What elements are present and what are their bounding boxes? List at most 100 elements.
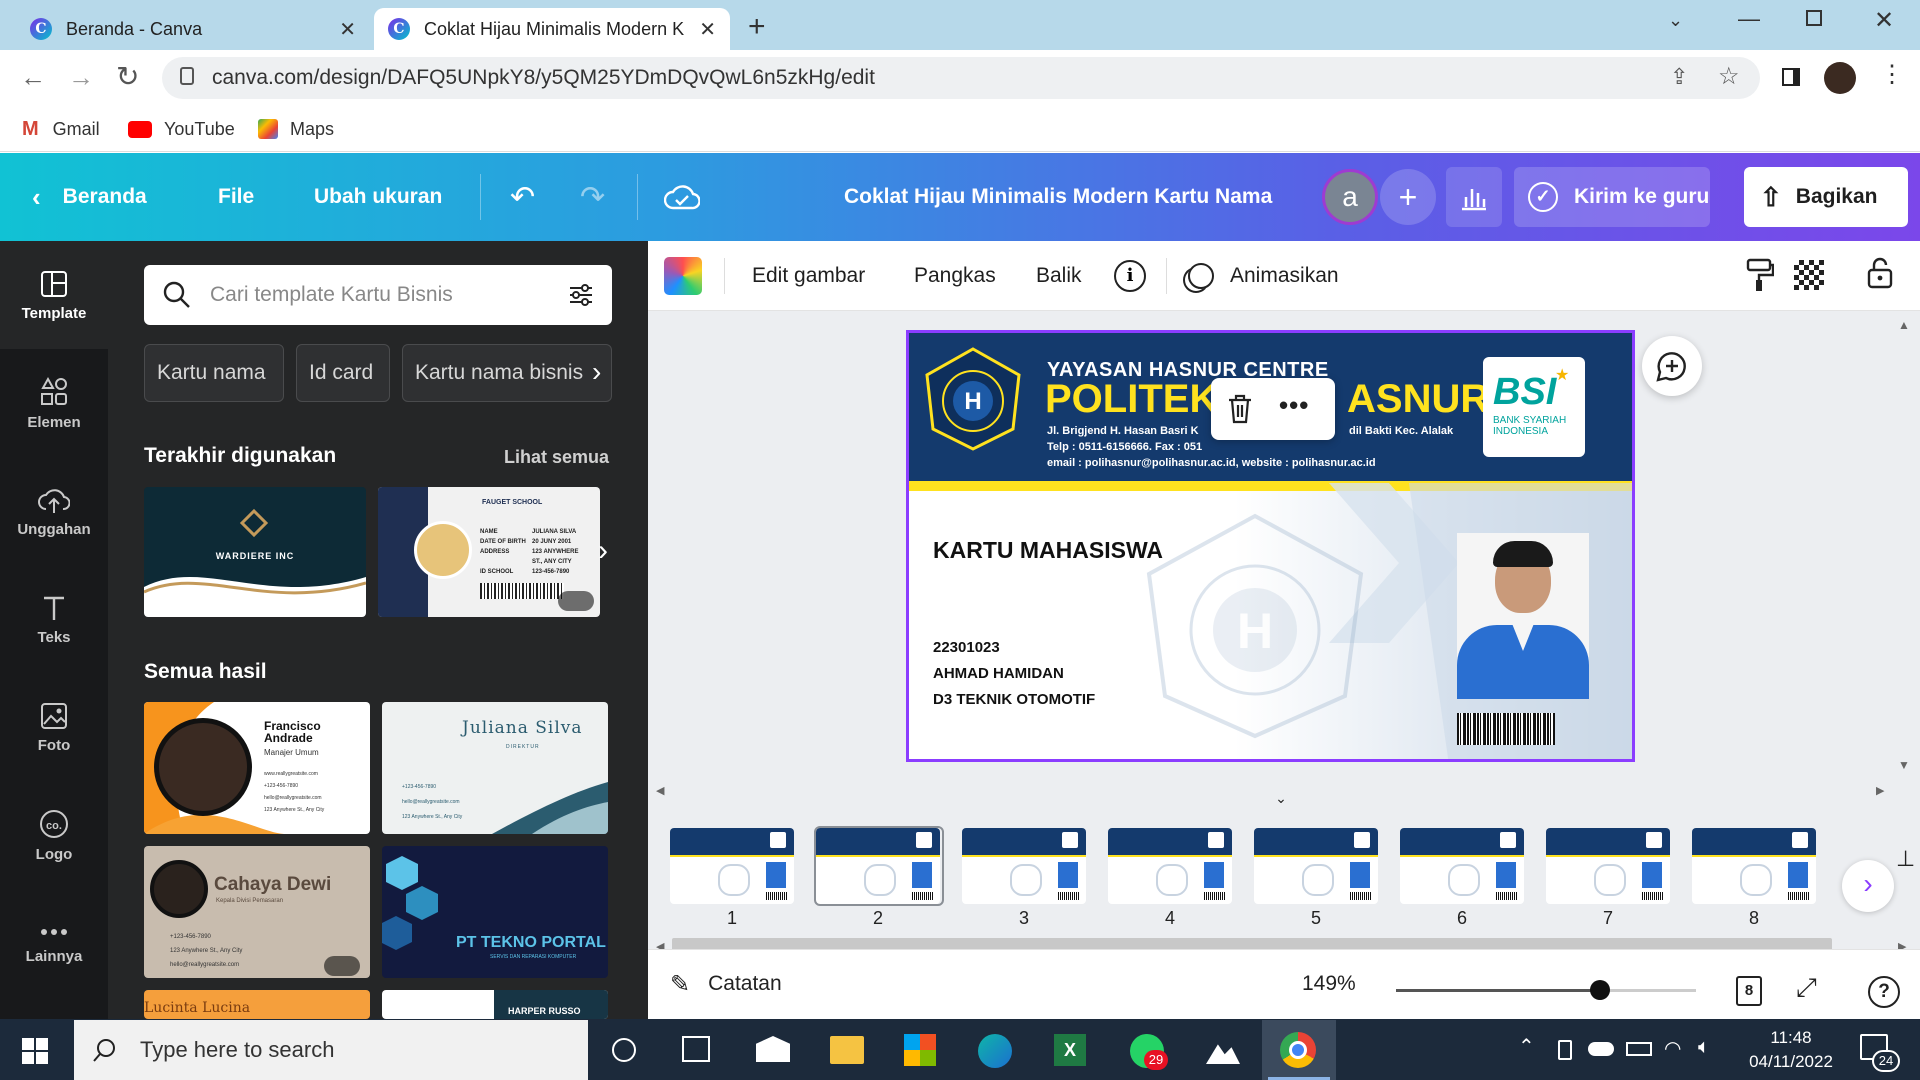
result-template-harper[interactable]: HARPER RUSSO	[382, 990, 608, 1019]
close-tab-icon[interactable]: ✕	[699, 17, 716, 42]
back-icon[interactable]: ←	[20, 62, 46, 93]
recent-template-fauget[interactable]: FAUGET SCHOOL NAME DATE OF BIRTH ADDRESS…	[378, 487, 600, 617]
collaborator-avatar[interactable]: a	[1322, 169, 1378, 225]
rail-uploads[interactable]: Unggahan	[0, 457, 108, 565]
tab-design[interactable]: C Coklat Hijau Minimalis Modern K ✕	[374, 8, 730, 50]
chrome-taskbar-active[interactable]	[1262, 1020, 1336, 1080]
side-panel-icon[interactable]	[1782, 68, 1800, 86]
undo-icon[interactable]: ↶	[510, 153, 535, 241]
result-template-tekno[interactable]: PT TEKNO PORTAL SERVIS DAN REPARASI KOMP…	[382, 846, 608, 978]
chip-business-card[interactable]: Kartu nama	[144, 344, 284, 402]
windows-start-icon[interactable]	[22, 1038, 48, 1064]
bookmark-maps[interactable]: Maps	[258, 114, 334, 144]
recent-template-wardiere[interactable]: WARDIERE INC	[144, 487, 366, 617]
page-thumbnail-1[interactable]	[670, 828, 794, 904]
rail-logo[interactable]: co. Logo	[0, 781, 108, 889]
bookmark-star-icon[interactable]: ☆	[1718, 62, 1740, 91]
tab-search-icon[interactable]: ⌄	[1668, 10, 1683, 31]
student-id-card[interactable]: H YAYASAN HASNUR CENTRE POLITEKN ASNUR J…	[906, 330, 1635, 762]
bookmark-gmail[interactable]: M Gmail	[22, 114, 100, 144]
rail-more[interactable]: Lainnya	[0, 889, 108, 997]
close-tab-icon[interactable]: ✕	[339, 17, 356, 42]
scroll-left-icon[interactable]: ◀	[656, 784, 664, 797]
template-search-input[interactable]: Cari template Kartu Bisnis	[144, 265, 612, 325]
add-collaborator-icon[interactable]: +	[1380, 169, 1436, 225]
browser-menu-icon[interactable]: ⋮	[1880, 60, 1904, 89]
pages-next-icon[interactable]: ›	[1842, 860, 1894, 912]
help-icon[interactable]: ?	[1868, 976, 1900, 1008]
page-count-icon[interactable]: 8	[1736, 976, 1762, 1006]
redo-icon[interactable]: ↷	[580, 153, 605, 241]
cortana-icon[interactable]	[612, 1038, 636, 1062]
share-button[interactable]: ⇧ Bagikan	[1744, 167, 1908, 227]
student-photo[interactable]	[1457, 533, 1589, 699]
recent-next-icon[interactable]: ›	[598, 534, 608, 568]
result-template-francisco[interactable]: Francisco Andrade Manajer Umum www.reall…	[144, 702, 370, 834]
edge-icon[interactable]	[978, 1034, 1012, 1068]
zoom-value[interactable]: 149%	[1302, 972, 1356, 996]
file-explorer-icon[interactable]	[830, 1036, 864, 1064]
home-button[interactable]: ‹ Beranda	[32, 153, 147, 241]
page-thumbnail-4[interactable]	[1108, 828, 1232, 904]
url-field[interactable]: canva.com/design/DAFQ5UNpkY8/y5QM25YDmDQ…	[162, 57, 1760, 99]
chip-id-card[interactable]: Id card	[296, 344, 390, 402]
flip-button[interactable]: Balik	[1036, 241, 1082, 311]
file-menu-button[interactable]: File	[218, 153, 254, 241]
resize-button[interactable]: Ubah ukuran	[314, 153, 442, 241]
reload-icon[interactable]: ↻	[116, 60, 139, 93]
volume-icon[interactable]: 🔈︎	[1698, 1036, 1710, 1059]
tab-home[interactable]: C Beranda - Canva ✕	[16, 8, 370, 50]
zoom-slider[interactable]	[1396, 980, 1696, 1000]
scroll-right-icon[interactable]: ▶	[1876, 784, 1884, 797]
result-template-lucinta[interactable]: Lucinta Lucina	[144, 990, 370, 1019]
cloud-saved-icon[interactable]	[664, 153, 700, 241]
chevron-right-icon[interactable]: ›	[592, 356, 601, 388]
result-template-juliana[interactable]: Juliana Silva DIREKTUR +123-456-7890 hel…	[382, 702, 608, 834]
zoom-slider-thumb[interactable]	[1590, 980, 1610, 1000]
page-thumbnail-8[interactable]	[1692, 828, 1816, 904]
battery-icon[interactable]	[1626, 1042, 1652, 1056]
page-thumbnail-3[interactable]	[962, 828, 1086, 904]
comment-button[interactable]	[1642, 336, 1702, 396]
forward-icon[interactable]: →	[68, 62, 94, 93]
chip-business-name-card[interactable]: Kartu nama bisnis	[402, 344, 612, 402]
fullscreen-icon[interactable]: ⤢	[1796, 972, 1817, 1004]
collapse-pages-icon[interactable]: ⌄	[1236, 790, 1326, 808]
more-options-icon[interactable]: •••	[1279, 390, 1309, 421]
insights-button[interactable]	[1446, 167, 1502, 227]
rail-photos[interactable]: Foto	[0, 673, 108, 781]
phone-link-icon[interactable]	[1558, 1040, 1572, 1060]
share-page-icon[interactable]: ⇪	[1670, 64, 1688, 90]
taskbar-search-input[interactable]: Type here to search	[74, 1020, 588, 1080]
send-to-teacher-button[interactable]: ✓ Kirim ke guru	[1514, 167, 1710, 227]
copy-style-icon[interactable]	[1746, 258, 1774, 292]
result-template-cahaya[interactable]: Cahaya Dewi Kepala Divisi Pemasaran +123…	[144, 846, 370, 978]
minimize-icon[interactable]: —	[1738, 6, 1760, 32]
transparency-icon[interactable]	[1794, 260, 1824, 290]
trash-icon[interactable]	[1227, 394, 1253, 424]
rail-text[interactable]: Teks	[0, 565, 108, 673]
info-icon[interactable]: i	[1114, 260, 1146, 292]
notes-button[interactable]: ✎ Catatan	[670, 962, 782, 1006]
color-picker-icon[interactable]	[664, 257, 702, 295]
new-tab-icon[interactable]: +	[748, 10, 766, 44]
profile-avatar[interactable]	[1824, 62, 1856, 94]
animate-button[interactable]: Animasikan	[1188, 241, 1339, 311]
wifi-icon[interactable]: ◠	[1664, 1036, 1681, 1061]
onedrive-icon[interactable]	[1588, 1042, 1614, 1056]
page-thumbnail-5[interactable]	[1254, 828, 1378, 904]
task-view-icon[interactable]	[682, 1036, 710, 1062]
scroll-up-icon[interactable]: ▲	[1898, 318, 1910, 332]
lock-icon[interactable]	[1866, 256, 1894, 290]
excel-icon[interactable]: X	[1054, 1034, 1086, 1066]
edit-image-button[interactable]: Edit gambar	[752, 241, 865, 311]
restore-icon[interactable]	[1806, 10, 1822, 26]
see-all-link[interactable]: Lihat semua	[504, 447, 609, 468]
rail-elements[interactable]: Elemen	[0, 349, 108, 457]
taskbar-clock[interactable]: 11:48 04/11/2022	[1736, 1026, 1846, 1074]
bookmark-youtube[interactable]: YouTube	[128, 114, 235, 144]
store-icon[interactable]	[904, 1034, 936, 1066]
rail-template[interactable]: Template	[0, 241, 108, 349]
scroll-down-icon[interactable]: ▼	[1898, 758, 1910, 772]
page-thumbnail-7[interactable]	[1546, 828, 1670, 904]
